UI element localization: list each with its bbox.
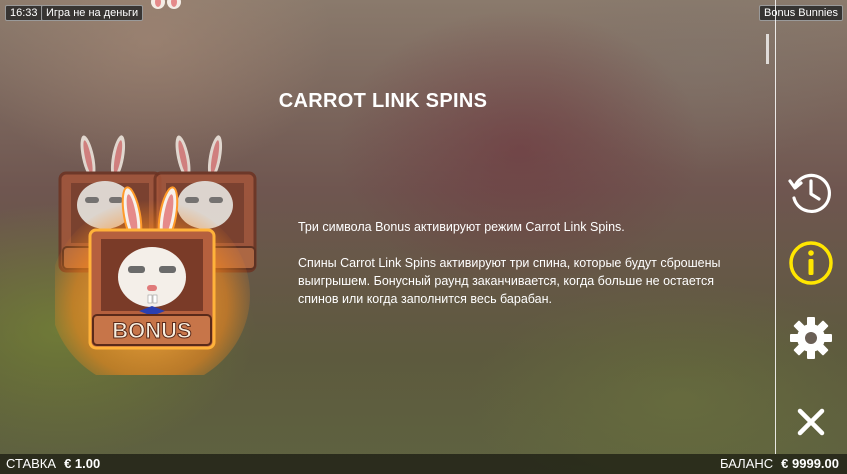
rules-description: Три символа Bonus активируют режим Carro… bbox=[298, 218, 748, 326]
balance-display: БАЛАНС € 9999.00 bbox=[720, 454, 839, 474]
info-icon bbox=[789, 241, 833, 285]
settings-button[interactable] bbox=[785, 312, 837, 364]
bet-label: СТАВКА bbox=[6, 456, 57, 471]
game-name-label: Bonus Bunnies bbox=[759, 5, 843, 21]
bonus-symbol-illustration: BONUS bbox=[55, 135, 257, 375]
play-mode-label: Игра не на деньги bbox=[41, 5, 144, 21]
clock-display: 16:33 bbox=[5, 5, 43, 21]
bonus-symbol-label: BONUS bbox=[112, 318, 191, 343]
info-button[interactable] bbox=[785, 237, 837, 289]
bet-display[interactable]: СТАВКА € 1.00 bbox=[6, 454, 100, 474]
rules-heading: CARROT LINK SPINS bbox=[278, 90, 488, 112]
gear-icon bbox=[790, 317, 832, 359]
bunny-ears-peek bbox=[151, 0, 181, 9]
bet-value: € 1.00 bbox=[64, 456, 101, 471]
rules-scrollbar[interactable] bbox=[766, 34, 769, 64]
rules-paragraph-1: Три символа Bonus активируют режим Carro… bbox=[298, 220, 625, 234]
history-clock-icon bbox=[788, 173, 831, 213]
balance-label: БАЛАНС bbox=[719, 456, 774, 471]
close-button[interactable] bbox=[785, 396, 837, 448]
balance-value: € 9999.00 bbox=[781, 456, 839, 471]
sidebar-divider bbox=[775, 0, 776, 454]
close-icon bbox=[797, 408, 825, 436]
footer-bar: СТАВКА € 1.00 БАЛАНС € 9999.00 bbox=[0, 454, 847, 474]
rules-paragraph-2: Спины Carrot Link Spins активируют три с… bbox=[298, 256, 721, 306]
history-button[interactable] bbox=[785, 167, 837, 219]
